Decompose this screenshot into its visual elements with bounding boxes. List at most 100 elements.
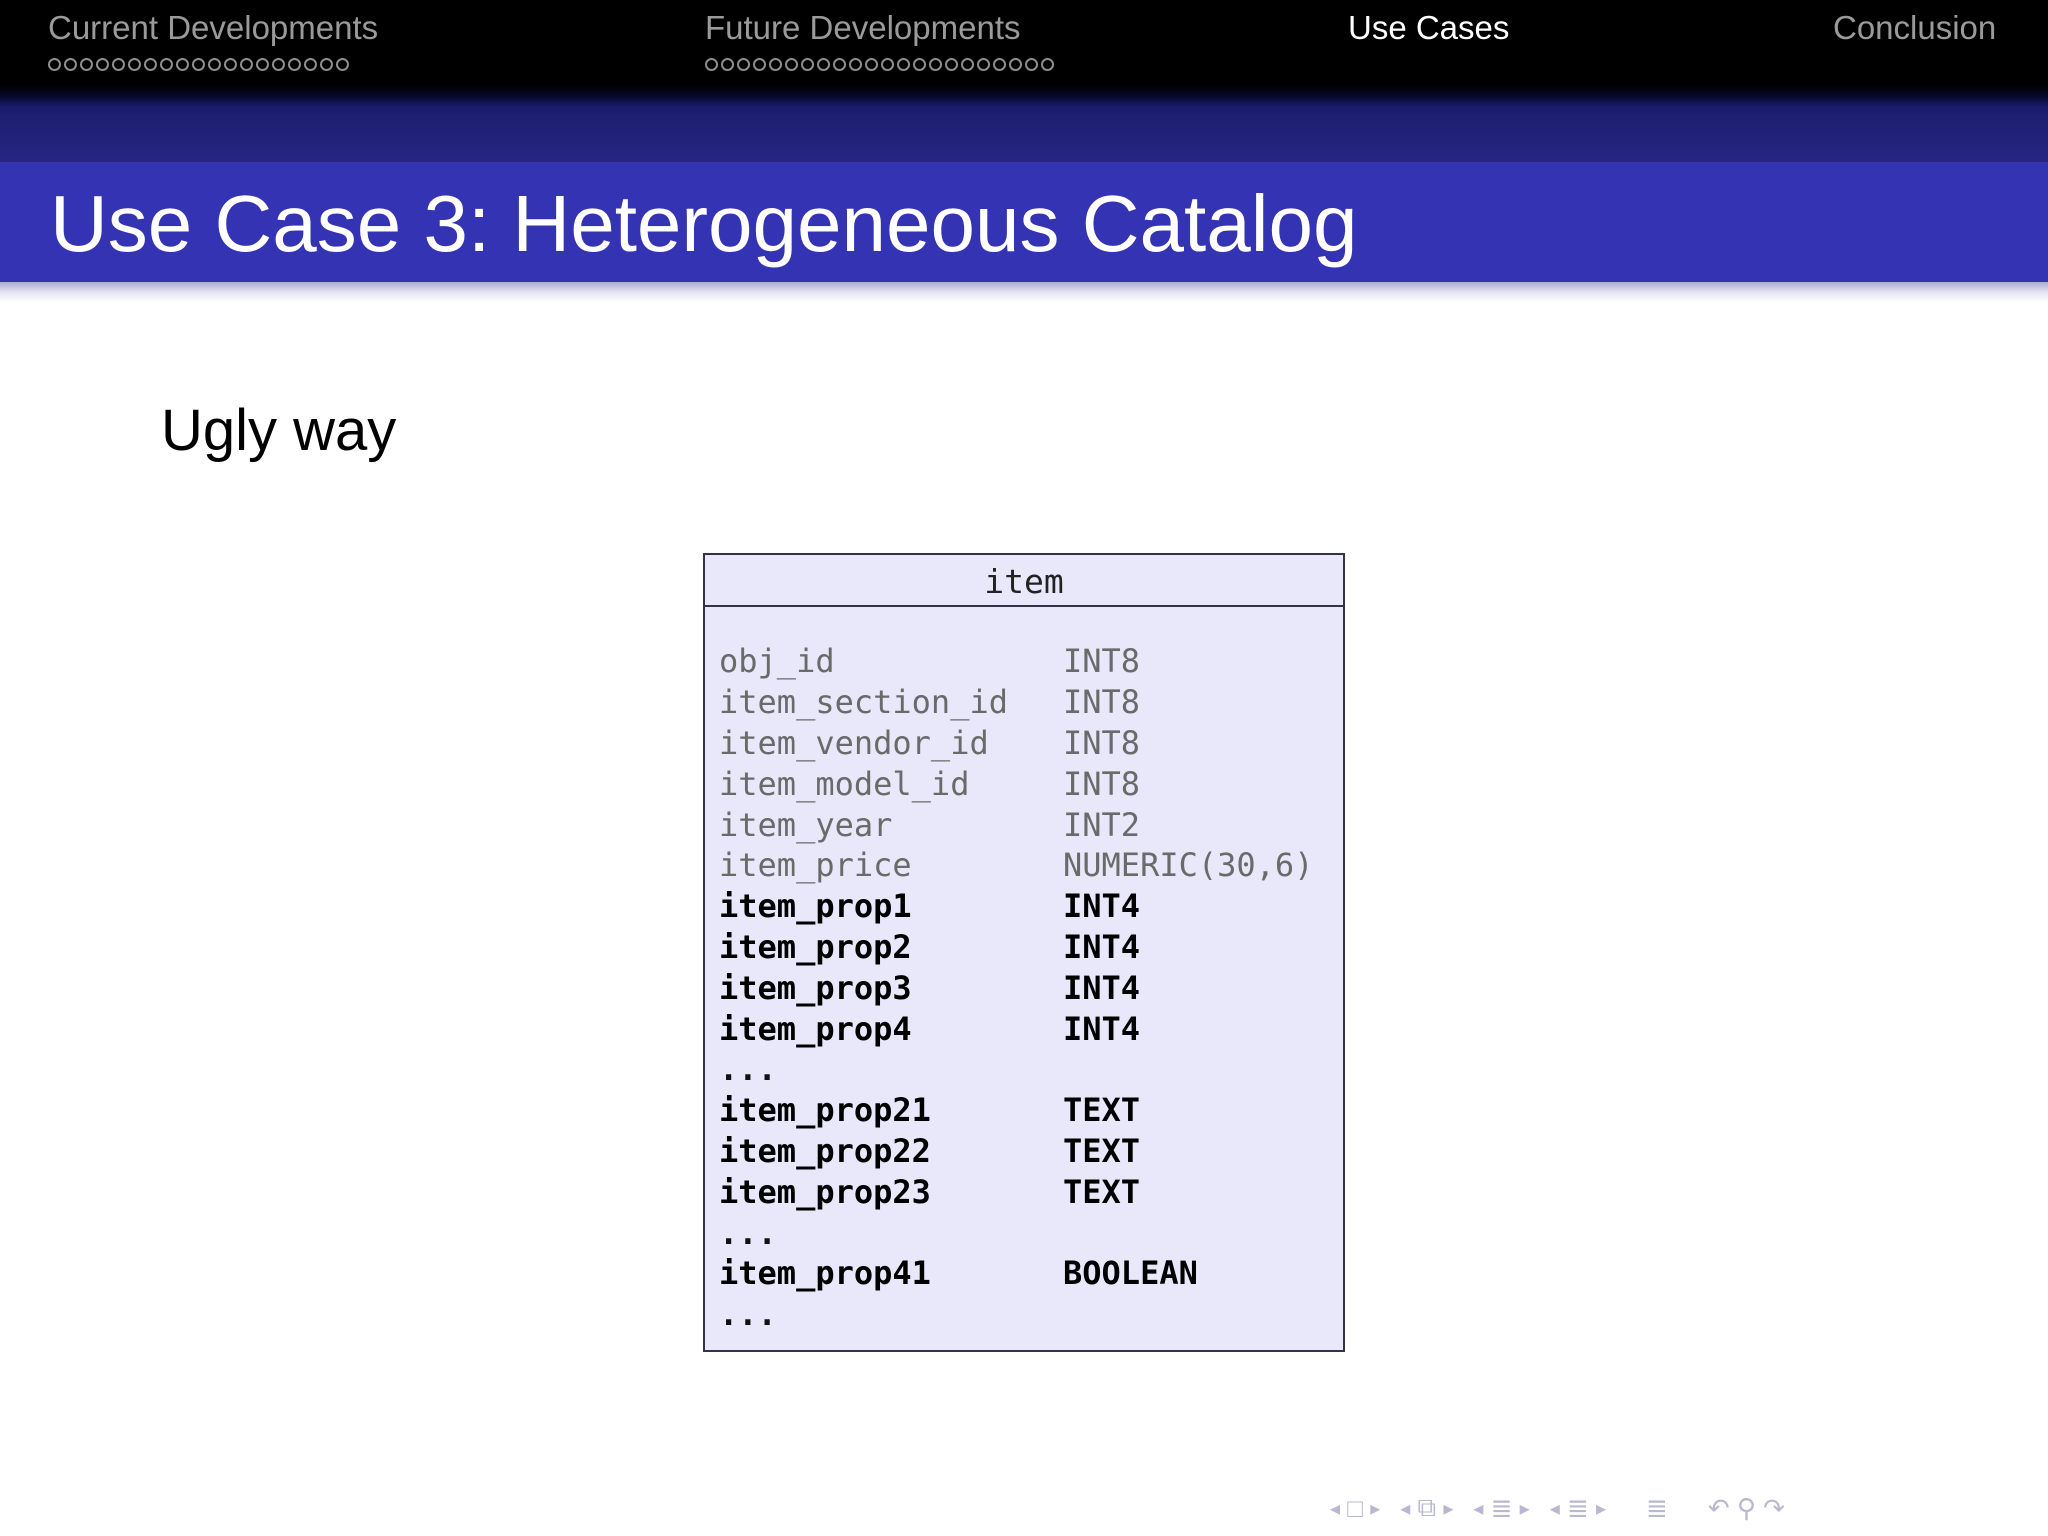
table-row: item_prop23 TEXT: [719, 1171, 1313, 1212]
nav-section-current-developments[interactable]: Current Developments: [48, 8, 378, 72]
subsection-dot[interactable]: [993, 57, 1006, 71]
nav-section-title: Conclusion: [1833, 9, 1997, 46]
subsection-dot[interactable]: [849, 57, 862, 71]
subsection-band: [0, 106, 2048, 162]
subsection-dot[interactable]: [785, 57, 798, 71]
back-icon[interactable]: ↶: [1708, 1493, 1730, 1524]
subsection-dot[interactable]: [224, 57, 237, 71]
section-left-arrow-icon[interactable]: ◂: [1550, 1496, 1560, 1521]
subsection-dot[interactable]: [80, 57, 93, 71]
table-row: ...: [719, 1049, 1313, 1090]
subsection-dot[interactable]: [753, 57, 766, 71]
column-type: INT4: [1063, 1009, 1141, 1048]
subsection-dot[interactable]: [48, 57, 61, 71]
section-navigation-bar: Current Developments Future Developments…: [0, 0, 2048, 106]
subsection-dot[interactable]: [881, 57, 894, 71]
table-row: item_prop4 INT4: [719, 1008, 1313, 1049]
subsection-dot[interactable]: [128, 57, 141, 71]
frame-right-arrow-icon[interactable]: ▸: [1443, 1496, 1453, 1521]
subsection-dot[interactable]: [304, 57, 317, 71]
column-name: item_prop1: [719, 887, 912, 926]
subsection-dot[interactable]: [144, 57, 157, 71]
table-row: item_prop21 TEXT: [719, 1090, 1313, 1131]
nav-section-use-cases[interactable]: Use Cases: [1348, 8, 1509, 48]
subsection-dot[interactable]: [1041, 57, 1054, 71]
subsection-dot[interactable]: [320, 57, 333, 71]
column-name: item_prop3: [719, 968, 912, 1007]
forward-icon[interactable]: ↷: [1763, 1493, 1785, 1524]
subsection-right-arrow-icon[interactable]: ▸: [1520, 1496, 1530, 1521]
subsection-dot[interactable]: [929, 57, 942, 71]
column-type: INT8: [1063, 764, 1141, 803]
table-row: item_section_id INT8: [719, 682, 1313, 723]
nav-section-conclusion[interactable]: Conclusion: [1833, 8, 1996, 48]
slide-frame-icon[interactable]: □: [1340, 1493, 1370, 1524]
column-name: item_price: [719, 846, 912, 885]
subsection-dot[interactable]: [64, 57, 77, 71]
column-type: TEXT: [1063, 1091, 1141, 1130]
section-icon[interactable]: ≣: [1560, 1493, 1596, 1524]
column-name: item_prop2: [719, 927, 912, 966]
subsection-dot[interactable]: [176, 57, 189, 71]
subsection-dot[interactable]: [705, 57, 718, 71]
subsection-dot[interactable]: [240, 57, 253, 71]
subsection-dot[interactable]: [112, 57, 125, 71]
column-name: item_section_id: [719, 683, 1008, 722]
column-name: obj_id: [719, 642, 835, 681]
subsection-dot[interactable]: [288, 57, 301, 71]
nav-section-title: Current Developments: [48, 9, 379, 46]
subsection-dot[interactable]: [737, 57, 750, 71]
slide-right-arrow-icon[interactable]: ▸: [1370, 1496, 1380, 1521]
frame-left-arrow-icon[interactable]: ◂: [1400, 1496, 1410, 1521]
subsection-dot[interactable]: [977, 57, 990, 71]
subsection-dot[interactable]: [945, 57, 958, 71]
nav-section-future-developments[interactable]: Future Developments: [705, 8, 1054, 72]
subsection-dots: [705, 56, 1054, 72]
column-name: item_prop22: [719, 1131, 931, 1170]
frame-title: Use Case 3: Heterogeneous Catalog: [50, 179, 1358, 268]
subsection-dot[interactable]: [961, 57, 974, 71]
subsection-dot[interactable]: [897, 57, 910, 71]
table-row: obj_id INT8: [719, 641, 1313, 682]
column-name: item_prop4: [719, 1009, 912, 1048]
subsection-dot[interactable]: [336, 57, 349, 71]
subsection-dot[interactable]: [160, 57, 173, 71]
section-right-arrow-icon[interactable]: ▸: [1596, 1496, 1606, 1521]
column-type: TEXT: [1063, 1131, 1141, 1170]
subsection-dot[interactable]: [208, 57, 221, 71]
slide-left-arrow-icon[interactable]: ◂: [1330, 1496, 1340, 1521]
column-name: item_year: [719, 805, 893, 844]
subsection-icon[interactable]: ≣: [1483, 1493, 1519, 1524]
subsection-dot[interactable]: [913, 57, 926, 71]
column-type: INT8: [1063, 723, 1141, 762]
subsection-dot[interactable]: [769, 57, 782, 71]
column-type: INT4: [1063, 887, 1141, 926]
frame-icon[interactable]: ⧉: [1410, 1492, 1443, 1524]
table-row: item_prop41 BOOLEAN: [719, 1253, 1313, 1294]
subsection-dot[interactable]: [1025, 57, 1038, 71]
subsection-dot[interactable]: [817, 57, 830, 71]
document-icon[interactable]: ≣: [1646, 1493, 1668, 1524]
subsection-dot[interactable]: [256, 57, 269, 71]
subsection-dot[interactable]: [272, 57, 285, 71]
column-name: ...: [719, 1050, 777, 1089]
table-row: item_model_id INT8: [719, 763, 1313, 804]
column-type: INT8: [1063, 642, 1141, 681]
column-type: TEXT: [1063, 1172, 1141, 1211]
subsection-dot[interactable]: [96, 57, 109, 71]
subsection-dot[interactable]: [865, 57, 878, 71]
subsection-dot[interactable]: [833, 57, 846, 71]
column-type: INT4: [1063, 968, 1141, 1007]
content-heading: Ugly way: [161, 398, 397, 463]
subsection-dot[interactable]: [192, 57, 205, 71]
subsection-dot[interactable]: [721, 57, 734, 71]
subsection-dot[interactable]: [801, 57, 814, 71]
column-name: item_vendor_id: [719, 723, 989, 762]
nav-section-title: Future Developments: [705, 9, 1021, 46]
column-type: BOOLEAN: [1063, 1254, 1198, 1293]
navigation-symbols: ◂ □ ▸ ◂ ⧉ ▸ ◂ ≣ ▸ ◂ ≣ ▸ ≣ ↶ ⚲ ↷: [1330, 1488, 1785, 1528]
subsection-left-arrow-icon[interactable]: ◂: [1473, 1496, 1483, 1521]
subsection-dot[interactable]: [1009, 57, 1022, 71]
search-icon[interactable]: ⚲: [1730, 1493, 1764, 1524]
column-name: ...: [719, 1213, 777, 1252]
